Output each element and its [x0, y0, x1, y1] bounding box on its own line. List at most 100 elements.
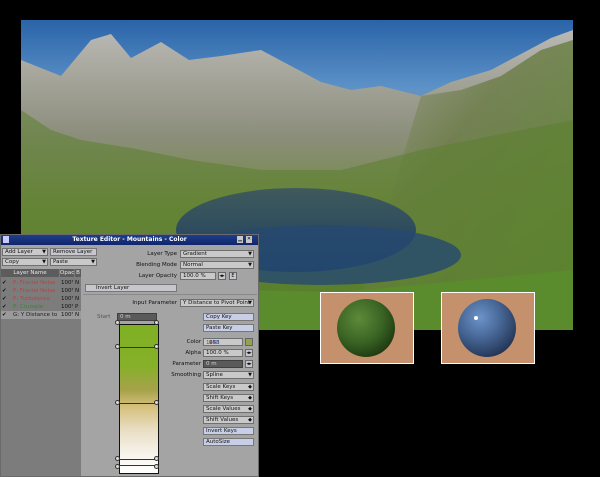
color-label: Color: [186, 339, 201, 345]
layer-blend: P: [75, 304, 79, 310]
reflection-sample-thumbnail: [441, 292, 535, 364]
color-swatch[interactable]: [245, 338, 253, 346]
invert-keys-button[interactable]: Invert Keys: [203, 427, 254, 435]
alpha-label: Alpha: [185, 350, 201, 356]
layer-opacity: 100%: [61, 288, 73, 294]
gradient-key-handle[interactable]: [115, 464, 120, 469]
layer-row[interactable]: ✔ P: Fractal Noise 100% N: [1, 287, 81, 295]
column-header-blend[interactable]: B: [75, 269, 81, 277]
slider-arrows-icon[interactable]: ◂▸: [245, 360, 253, 368]
scale-keys-dropdown[interactable]: Scale Keys ◆: [203, 383, 254, 391]
autosize-button[interactable]: AutoSize: [203, 438, 254, 446]
dropdown-arrow-icon: ▼: [42, 259, 46, 265]
smoothing-dropdown[interactable]: Spline ▼: [203, 371, 254, 379]
gradient-key-handle[interactable]: [154, 400, 159, 405]
layer-row[interactable]: ✔ P: Crumple 100% P: [1, 303, 81, 311]
layer-blend: N: [75, 288, 80, 294]
parameter-label: Parameter: [172, 361, 201, 367]
slider-arrows-icon[interactable]: ◂▸: [218, 272, 226, 280]
divider: [83, 294, 257, 295]
paste-key-button[interactable]: Paste Key: [203, 324, 254, 332]
color-b: 078: [209, 340, 220, 346]
parameter-field[interactable]: 0 m: [203, 360, 243, 368]
dropdown-arrow-icon: ▼: [42, 249, 46, 255]
layer-opacity: 100%: [61, 280, 73, 286]
invert-layer-checkbox[interactable]: Invert Layer: [85, 284, 177, 292]
gradient-key-handle[interactable]: [154, 456, 159, 461]
start-field[interactable]: 0 m: [117, 313, 157, 321]
gradient-key-line[interactable]: [120, 465, 158, 466]
dropdown-arrow-icon: ▼: [248, 372, 252, 378]
layer-blend: N: [75, 280, 80, 286]
layer-enabled-check-icon[interactable]: ✔: [2, 287, 10, 295]
layer-blend: N: [75, 312, 80, 318]
shift-values-dropdown[interactable]: Shift Values ◆: [203, 416, 254, 424]
copy-label: Copy: [5, 259, 19, 265]
layer-row-selected[interactable]: ✔ G: Y Distance to ... 100% N: [1, 311, 81, 319]
scale-values-label: Scale Values: [206, 406, 241, 412]
column-header-name[interactable]: Layer Name: [1, 269, 59, 277]
gradient-key-handle[interactable]: [115, 400, 120, 405]
layer-opacity: 100%: [61, 312, 73, 318]
texture-sample-thumbnail: [320, 292, 414, 364]
gradient-top-handle[interactable]: [154, 320, 159, 325]
layer-list: Layer Name Opac B ✔ P: Fractal Noise 100…: [1, 269, 81, 476]
layer-opacity-field[interactable]: 100.0 %: [180, 272, 216, 280]
gradient-key-line[interactable]: [120, 459, 158, 460]
layer-enabled-check-icon[interactable]: ✔: [2, 295, 10, 303]
layer-name: P: Fractal Noise: [13, 288, 56, 294]
gradient-top-handle[interactable]: [115, 320, 120, 325]
updown-arrow-icon: ◆: [248, 395, 252, 401]
layer-enabled-check-icon[interactable]: ✔: [2, 279, 10, 287]
layer-row[interactable]: ✔ P: Turbulence 100% N: [1, 295, 81, 303]
gradient-key-handle[interactable]: [115, 456, 120, 461]
layer-row[interactable]: ✔ P: Fractal Noise 100% N: [1, 279, 81, 287]
smoothing-value: Spline: [206, 372, 223, 378]
paste-label: Paste: [53, 259, 68, 265]
input-parameter-dropdown[interactable]: Y Distance to Pivot Point ▼: [180, 299, 254, 307]
updown-arrow-icon: ◆: [248, 384, 252, 390]
shift-keys-dropdown[interactable]: Shift Keys ◆: [203, 394, 254, 402]
add-layer-dropdown[interactable]: Add Layer ▼: [2, 248, 48, 256]
slider-arrows-icon[interactable]: ◂▸: [245, 349, 253, 357]
layer-name: G: Y Distance to ...: [13, 312, 58, 318]
layer-opacity: 100%: [61, 304, 73, 310]
start-label: Start: [97, 314, 111, 320]
layer-name: P: Fractal Noise: [13, 280, 56, 286]
updown-arrow-icon: ◆: [248, 406, 252, 412]
gradient-bar[interactable]: [119, 324, 159, 474]
blending-mode-label: Blending Mode: [136, 262, 177, 268]
close-icon[interactable]: ✕: [246, 236, 252, 243]
color-field[interactable]: 145 163 078: [203, 338, 243, 346]
layer-name: P: Turbulence: [13, 296, 50, 302]
shift-values-label: Shift Values: [206, 417, 239, 423]
title-bar[interactable]: Texture Editor - Mountains - Color ▁ ✕: [1, 235, 258, 245]
minimize-icon[interactable]: ▁: [237, 236, 243, 243]
copy-key-button[interactable]: Copy Key: [203, 313, 254, 321]
layer-name: P: Crumple: [13, 304, 44, 310]
layer-opacity: 100%: [61, 296, 73, 302]
layer-properties-panel: Layer Type Gradient ▼ Blending Mode Norm…: [83, 247, 257, 475]
dropdown-arrow-icon: ▼: [248, 300, 252, 306]
layer-type-dropdown[interactable]: Gradient ▼: [180, 250, 254, 258]
layer-enabled-check-icon[interactable]: ✔: [2, 311, 10, 319]
window-title: Texture Editor - Mountains - Color: [72, 236, 187, 243]
alpha-field[interactable]: 100.0 %: [203, 349, 243, 357]
layer-enabled-check-icon[interactable]: ✔: [2, 303, 10, 311]
copy-dropdown[interactable]: Copy ▼: [2, 258, 48, 266]
input-parameter-label: Input Parameter: [132, 300, 177, 306]
gradient-key-handle[interactable]: [154, 344, 159, 349]
gradient-key-line[interactable]: [120, 403, 158, 404]
reflective-sphere-preview: [458, 299, 516, 357]
gradient-key-handle[interactable]: [115, 344, 120, 349]
layer-type-value: Gradient: [183, 251, 207, 257]
gradient-key-line[interactable]: [120, 347, 158, 348]
scale-values-dropdown[interactable]: Scale Values ◆: [203, 405, 254, 413]
blending-mode-dropdown[interactable]: Normal ▼: [180, 261, 254, 269]
textured-sphere-preview: [337, 299, 395, 357]
envelope-button[interactable]: E: [229, 272, 237, 280]
gradient-key-handle[interactable]: [154, 464, 159, 469]
layer-blend: N: [75, 296, 80, 302]
column-header-opacity[interactable]: Opac: [60, 269, 74, 277]
invert-layer-label: Invert Layer: [96, 285, 130, 291]
